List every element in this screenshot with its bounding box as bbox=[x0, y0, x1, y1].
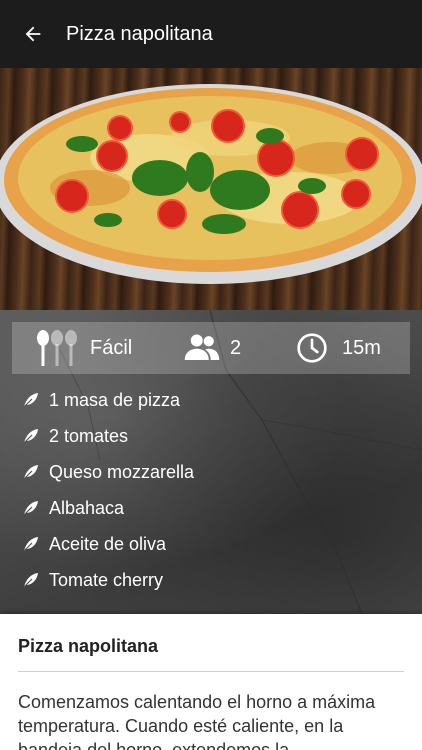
ingredient-label: 1 masa de pizza bbox=[49, 389, 181, 410]
ingredient-label: Aceite de oliva bbox=[49, 533, 167, 554]
ingredient-label: Tomate cherry bbox=[49, 569, 164, 590]
recipe-stats: Fácil 2 15m bbox=[12, 322, 410, 374]
list-item: Tomate cherry bbox=[22, 562, 194, 598]
cutlery-icon bbox=[37, 330, 77, 366]
list-item: 1 masa de pizza bbox=[22, 382, 194, 418]
pizza-photo bbox=[0, 68, 422, 310]
back-button[interactable] bbox=[0, 0, 66, 68]
recipe-card: Pizza napolitana Comenzamos calentando e… bbox=[0, 614, 422, 750]
recipe-title: Pizza napolitana bbox=[18, 636, 159, 656]
page-title: Pizza napolitana bbox=[66, 22, 213, 45]
time-stat: 15m bbox=[296, 331, 381, 365]
leaf-icon bbox=[22, 463, 40, 481]
ingredient-list: 1 masa de pizza 2 tomates Queso mozzarel… bbox=[22, 382, 194, 598]
ingredients-panel: Fácil 2 15m 1 masa de pizza 2 tomates Qu… bbox=[0, 310, 422, 614]
list-item: Albahaca bbox=[22, 490, 194, 526]
leaf-icon bbox=[22, 499, 40, 517]
clock-icon bbox=[297, 333, 327, 363]
list-item: Aceite de oliva bbox=[22, 526, 194, 562]
arrow-left-icon bbox=[25, 26, 41, 42]
leaf-icon bbox=[22, 571, 40, 589]
servings-stat: 2 bbox=[184, 331, 241, 365]
ingredient-label: Albahaca bbox=[49, 497, 125, 518]
people-icon bbox=[184, 334, 220, 360]
list-item: 2 tomates bbox=[22, 418, 194, 454]
time-value: 15m bbox=[342, 336, 381, 359]
servings-value: 2 bbox=[230, 336, 242, 359]
leaf-icon bbox=[22, 427, 40, 445]
recipe-instructions: Comenzamos calentando el horno a máxima … bbox=[18, 692, 376, 750]
list-item: Queso mozzarella bbox=[22, 454, 194, 490]
difficulty-stat: Fácil bbox=[36, 330, 133, 366]
divider bbox=[18, 671, 404, 672]
difficulty-value: Fácil bbox=[90, 336, 133, 359]
ingredient-label: 2 tomates bbox=[49, 425, 129, 446]
leaf-icon bbox=[22, 535, 40, 553]
app-bar: Pizza napolitana bbox=[0, 0, 422, 68]
leaf-icon bbox=[22, 391, 40, 409]
ingredient-label: Queso mozzarella bbox=[49, 461, 195, 482]
